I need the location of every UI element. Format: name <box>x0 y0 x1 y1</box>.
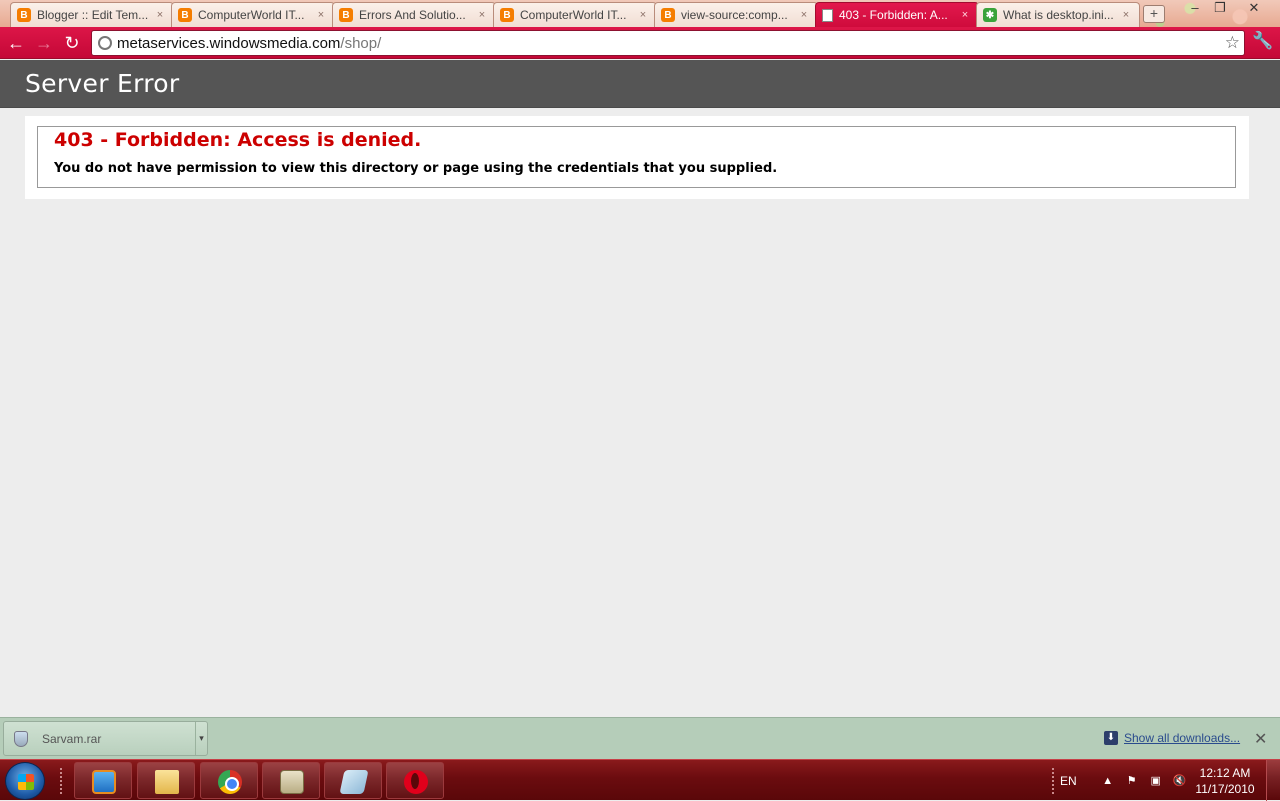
reload-icon[interactable]: ↻ <box>61 32 83 54</box>
tab-what-is-desktop-ini[interactable]: ✱ What is desktop.ini... × <box>976 2 1140 27</box>
minimize-icon[interactable]: – <box>1182 0 1208 20</box>
blogger-icon: B <box>500 8 514 22</box>
close-window-icon[interactable]: ✕ <box>1241 0 1267 20</box>
back-arrow-icon[interactable]: ← <box>5 32 27 54</box>
show-all-downloads[interactable]: ⬇ Show all downloads... <box>1104 731 1240 745</box>
download-arrow-icon: ⬇ <box>1104 731 1118 745</box>
tab-title: ComputerWorld IT... <box>520 8 627 22</box>
clock-time: 12:12 AM <box>1199 766 1251 780</box>
folder-icon <box>155 770 179 794</box>
close-shelf-icon[interactable]: ✕ <box>1254 729 1267 749</box>
chrome-icon <box>218 770 242 794</box>
taskbar-notes[interactable] <box>324 762 382 799</box>
browser-toolbar: ← → ↻ metaservices.windowsmedia.com/shop… <box>0 27 1280 59</box>
wrench-menu-icon[interactable]: 🔧 <box>1252 31 1273 51</box>
action-center-flag-icon[interactable]: ⚑ <box>1125 774 1139 788</box>
download-menu-chevron-icon[interactable]: ▾ <box>195 722 207 755</box>
tab-403-forbidden[interactable]: 403 - Forbidden: A... × <box>815 2 979 27</box>
tab-title: Errors And Solutio... <box>359 8 466 22</box>
error-title: 403 - Forbidden: Access is denied. <box>54 129 422 151</box>
opera-icon <box>404 770 428 794</box>
tab-view-source[interactable]: B view-source:comp... × <box>654 2 818 27</box>
tray-grip <box>1052 768 1056 794</box>
taskbar-explorer[interactable] <box>137 762 195 799</box>
tab-title: ComputerWorld IT... <box>198 8 305 22</box>
server-error-header: Server Error <box>0 60 1280 108</box>
blogger-icon: B <box>661 8 675 22</box>
tab-title: view-source:comp... <box>681 8 788 22</box>
error-content: 403 - Forbidden: Access is denied. You d… <box>25 116 1249 199</box>
tab-close-icon[interactable]: × <box>475 9 489 21</box>
blogger-icon: B <box>17 8 31 22</box>
blogger-icon: B <box>339 8 353 22</box>
taskbar: EN ▲ ⚑ ▣ 🔇 12:12 AM 11/17/2010 <box>0 759 1280 801</box>
blogger-icon: B <box>178 8 192 22</box>
taskbar-chrome[interactable] <box>200 762 258 799</box>
notes-icon <box>339 770 369 794</box>
globe-icon <box>98 36 112 50</box>
tab-computerworld-2[interactable]: B ComputerWorld IT... × <box>493 2 657 27</box>
forward-arrow-icon[interactable]: → <box>33 32 55 54</box>
tab-close-icon[interactable]: × <box>314 9 328 21</box>
clock-date: 11/17/2010 <box>1195 782 1255 796</box>
tab-close-icon[interactable]: × <box>1119 9 1133 21</box>
download-item[interactable]: Sarvam.rar ▾ <box>3 721 208 756</box>
show-desktop-button[interactable] <box>1266 760 1280 801</box>
archive-icon <box>280 770 304 794</box>
tab-errors-and-solutions[interactable]: B Errors And Solutio... × <box>332 2 496 27</box>
url-path: /shop/ <box>340 34 382 52</box>
error-message: You do not have permission to view this … <box>54 161 778 176</box>
tab-title: What is desktop.ini... <box>1003 8 1114 22</box>
show-all-downloads-link[interactable]: Show all downloads... <box>1124 731 1240 745</box>
error-box: 403 - Forbidden: Access is denied. You d… <box>37 126 1236 188</box>
green-star-icon: ✱ <box>983 8 997 22</box>
restore-icon[interactable]: ❐ <box>1207 0 1233 20</box>
tab-close-icon[interactable]: × <box>797 9 811 21</box>
new-tab-button[interactable]: + <box>1143 5 1165 23</box>
page-title: Server Error <box>25 69 180 98</box>
taskbar-opera[interactable] <box>386 762 444 799</box>
tab-close-icon[interactable]: × <box>958 9 972 21</box>
tab-close-icon[interactable]: × <box>636 9 650 21</box>
tray-expand-icon[interactable]: ▲ <box>1101 774 1115 788</box>
language-indicator[interactable]: EN <box>1060 774 1077 788</box>
tab-close-icon[interactable]: × <box>153 9 167 21</box>
tab-title: Blogger :: Edit Tem... <box>37 8 149 22</box>
taskbar-archive[interactable] <box>262 762 320 799</box>
page-icon <box>822 8 833 22</box>
taskbar-grip <box>60 768 64 794</box>
downloads-shelf: Sarvam.rar ▾ ⬇ Show all downloads... ✕ <box>0 717 1280 759</box>
taskbar-media-player[interactable] <box>74 762 132 799</box>
clock[interactable]: 12:12 AM 11/17/2010 <box>1190 765 1260 797</box>
network-icon[interactable]: ▣ <box>1149 774 1163 788</box>
media-player-icon <box>92 770 116 794</box>
tab-strip: B Blogger :: Edit Tem... × B ComputerWor… <box>0 0 1280 28</box>
system-tray: EN ▲ ⚑ ▣ 🔇 <box>1060 760 1187 801</box>
bookmark-star-icon[interactable]: ☆ <box>1225 33 1240 53</box>
shield-file-icon <box>14 730 28 747</box>
tab-title: 403 - Forbidden: A... <box>839 8 948 22</box>
address-bar[interactable]: metaservices.windowsmedia.com/shop/ ☆ <box>91 30 1245 56</box>
tab-blogger-edit-template[interactable]: B Blogger :: Edit Tem... × <box>10 2 174 27</box>
tab-computerworld-1[interactable]: B ComputerWorld IT... × <box>171 2 335 27</box>
url-host: metaservices.windowsmedia.com <box>117 34 341 52</box>
download-file-name: Sarvam.rar <box>42 731 102 746</box>
volume-muted-icon[interactable]: 🔇 <box>1173 774 1187 788</box>
start-button[interactable] <box>5 762 45 800</box>
